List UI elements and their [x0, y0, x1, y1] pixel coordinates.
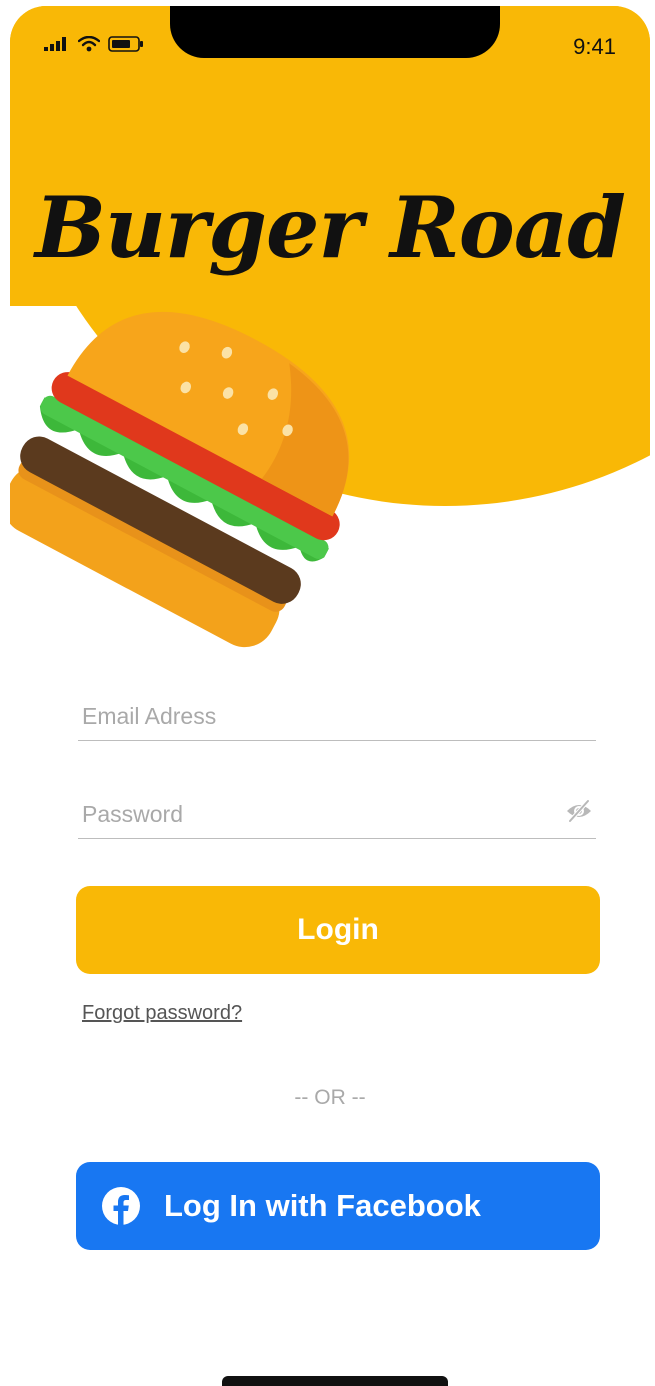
login-button-label: Login: [297, 913, 379, 946]
email-field-container: [78, 692, 596, 741]
eye-slash-icon[interactable]: [564, 796, 594, 826]
facebook-login-button[interactable]: Log In with Facebook: [76, 1162, 600, 1250]
status-time: 9:41: [573, 34, 616, 59]
burger-illustration: [10, 312, 350, 648]
email-input[interactable]: [78, 696, 552, 736]
phone-screen: 9:41 Burger Road Email Adress Login Forg…: [10, 6, 650, 1386]
app-title: Burger Road: [34, 178, 626, 277]
device-notch: [170, 6, 500, 58]
home-indicator: [222, 1376, 448, 1386]
cellular-signal-icon: [44, 37, 66, 51]
password-input[interactable]: [78, 794, 552, 834]
facebook-icon: [102, 1187, 140, 1225]
wifi-icon: [78, 36, 100, 52]
battery-icon: [108, 36, 143, 52]
status-icons: [44, 36, 144, 52]
or-separator: -- OR --: [294, 1086, 366, 1109]
login-button[interactable]: Login: [76, 886, 600, 974]
password-field-container: [78, 790, 596, 839]
facebook-button-label: Log In with Facebook: [164, 1188, 481, 1223]
status-bar: 9:41: [10, 6, 650, 66]
forgot-password-link[interactable]: Forgot password?: [82, 1002, 242, 1025]
